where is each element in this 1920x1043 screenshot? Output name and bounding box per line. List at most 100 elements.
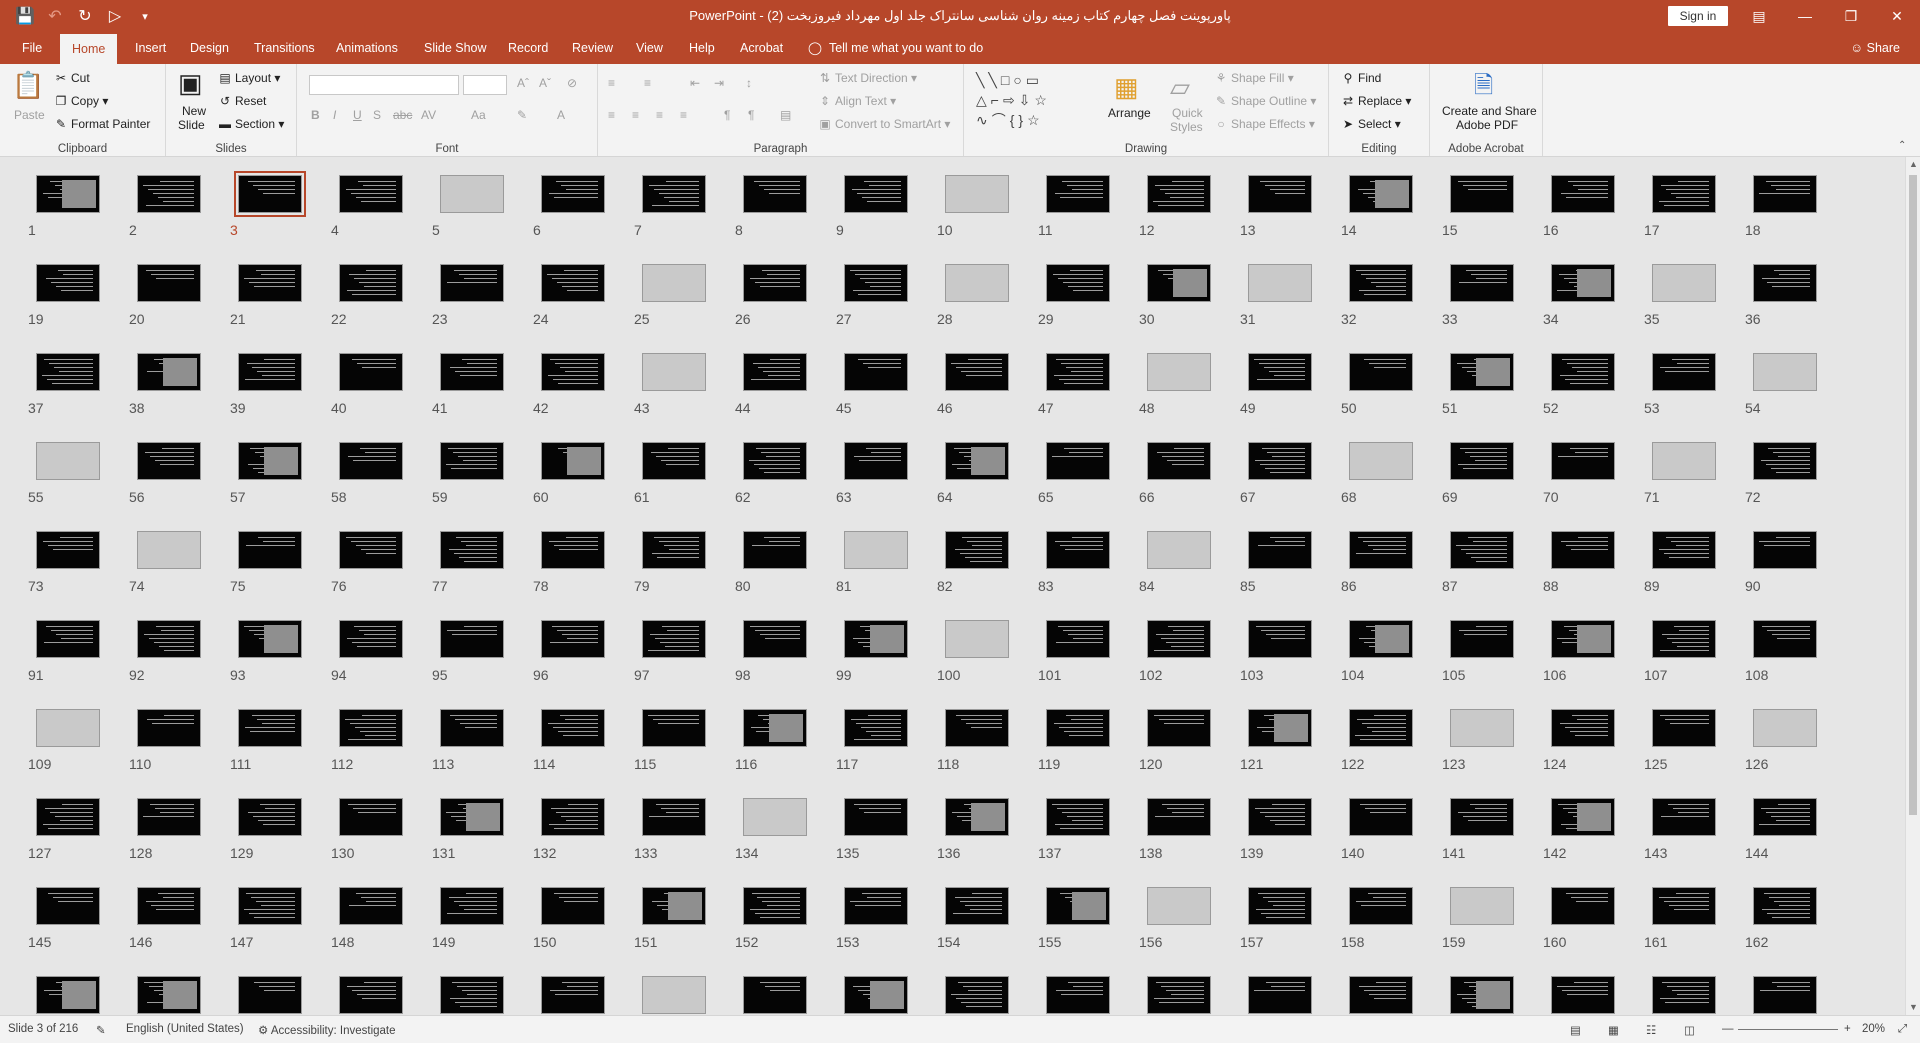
slide-preview[interactable] (1046, 353, 1110, 391)
close-icon[interactable]: ✕ (1874, 0, 1920, 32)
slide-preview[interactable] (1248, 531, 1312, 569)
decrease-indent-icon[interactable]: ⇤ (690, 76, 700, 90)
slide-preview[interactable] (1551, 264, 1615, 302)
zoom-out-icon[interactable]: — (1722, 1023, 1734, 1035)
columns-icon[interactable]: ▤ (780, 108, 791, 122)
slide-preview[interactable] (440, 264, 504, 302)
slide-preview[interactable] (1753, 175, 1817, 213)
slide-preview[interactable] (1147, 798, 1211, 836)
slide-preview[interactable] (541, 887, 605, 925)
slide-preview[interactable] (1753, 709, 1817, 747)
slide-preview[interactable] (1046, 442, 1110, 480)
slide-preview[interactable] (339, 264, 403, 302)
slide-preview[interactable] (844, 442, 908, 480)
slide-preview[interactable] (1248, 887, 1312, 925)
slide-preview[interactable] (137, 709, 201, 747)
slide-preview[interactable] (1753, 798, 1817, 836)
fit-to-window-icon[interactable]: ⤢ (1898, 1023, 1907, 1036)
slide-preview[interactable] (1248, 976, 1312, 1014)
font-name-box[interactable] (309, 75, 459, 95)
ribbon-display-options-icon[interactable]: ▤ (1736, 0, 1782, 32)
slide-preview[interactable] (137, 887, 201, 925)
slide-preview[interactable] (1551, 531, 1615, 569)
tab-insert[interactable]: Insert (133, 32, 168, 64)
align-text-button[interactable]: ⇕ Align Text ▾ (818, 94, 896, 108)
slide-preview[interactable] (1652, 353, 1716, 391)
slide-preview[interactable] (339, 442, 403, 480)
slide-preview[interactable] (440, 442, 504, 480)
slide-preview[interactable] (1652, 709, 1716, 747)
slide-preview[interactable] (238, 798, 302, 836)
slide-preview[interactable] (844, 620, 908, 658)
slide-preview[interactable] (238, 531, 302, 569)
slide-preview[interactable] (1753, 442, 1817, 480)
slide-preview[interactable] (234, 171, 306, 217)
slide-preview[interactable] (1046, 709, 1110, 747)
select-button[interactable]: ➤ Select ▾ (1341, 117, 1401, 131)
slide-preview[interactable] (36, 709, 100, 747)
section-button[interactable]: ▬ Section ▾ (218, 117, 284, 131)
reading-view-icon[interactable]: ☷ (1646, 1023, 1656, 1037)
slide-preview[interactable] (1147, 175, 1211, 213)
slide-preview[interactable] (642, 798, 706, 836)
slide-preview[interactable] (1046, 798, 1110, 836)
slide-preview[interactable] (440, 531, 504, 569)
slide-preview[interactable] (945, 175, 1009, 213)
arrange-button[interactable]: Arrange (1108, 106, 1151, 120)
slide-preview[interactable] (1450, 531, 1514, 569)
quick-styles-label-1[interactable]: Quick (1172, 106, 1203, 120)
slide-preview[interactable] (1349, 709, 1413, 747)
slide-preview[interactable] (1248, 175, 1312, 213)
quick-styles-label-2[interactable]: Styles (1170, 120, 1203, 134)
slide-preview[interactable] (743, 798, 807, 836)
minimize-icon[interactable]: — (1782, 0, 1828, 32)
shape-effects-button[interactable]: ○ Shape Effects ▾ (1214, 117, 1314, 131)
slide-preview[interactable] (642, 976, 706, 1014)
cut-button[interactable]: ✂ Cut (54, 71, 90, 85)
slide-preview[interactable] (238, 442, 302, 480)
slide-preview[interactable] (743, 175, 807, 213)
slide-preview[interactable] (743, 709, 807, 747)
slide-preview[interactable] (642, 531, 706, 569)
slide-preview[interactable] (238, 709, 302, 747)
rtl-icon[interactable]: ¶ (724, 108, 730, 122)
slide-preview[interactable] (945, 620, 1009, 658)
slide-preview[interactable] (1450, 353, 1514, 391)
slide-preview[interactable] (945, 976, 1009, 1014)
slide-preview[interactable] (1450, 442, 1514, 480)
slide-preview[interactable] (1349, 620, 1413, 658)
slide-preview[interactable] (1349, 798, 1413, 836)
slide-preview[interactable] (1652, 264, 1716, 302)
char-spacing-icon[interactable]: AV (421, 108, 436, 122)
slide-preview[interactable] (238, 887, 302, 925)
new-slide-label-1[interactable]: New (182, 104, 206, 118)
text-direction-button[interactable]: ⇅ Text Direction ▾ (818, 71, 917, 85)
font-color-icon[interactable]: A (557, 108, 565, 122)
tab-design[interactable]: Design (188, 32, 231, 64)
slide-preview[interactable] (743, 620, 807, 658)
slide-preview[interactable] (339, 709, 403, 747)
tab-acrobat[interactable]: Acrobat (738, 32, 785, 64)
highlight-icon[interactable]: ✎ (517, 108, 527, 122)
slide-preview[interactable] (1147, 264, 1211, 302)
bullets-icon[interactable]: ≡ (608, 76, 615, 90)
slide-preview[interactable] (642, 442, 706, 480)
slide-preview[interactable] (440, 709, 504, 747)
slide-preview[interactable] (137, 620, 201, 658)
slide-preview[interactable] (1652, 531, 1716, 569)
slide-preview[interactable] (541, 620, 605, 658)
slide-preview[interactable] (1349, 175, 1413, 213)
slide-preview[interactable] (137, 976, 201, 1014)
slide-preview[interactable] (339, 976, 403, 1014)
new-slide-icon[interactable]: ▣ (178, 68, 203, 99)
ltr-icon[interactable]: ¶ (748, 108, 754, 122)
align-center-icon[interactable]: ≡ (632, 108, 639, 122)
tab-view[interactable]: View (634, 32, 665, 64)
slide-preview[interactable] (1450, 620, 1514, 658)
slide-preview[interactable] (339, 798, 403, 836)
paste-icon[interactable]: 📋 (12, 70, 44, 101)
vertical-scrollbar[interactable]: ▲ ▼ (1905, 157, 1920, 1015)
slide-preview[interactable] (1248, 264, 1312, 302)
slide-preview[interactable] (844, 709, 908, 747)
slide-preview[interactable] (945, 798, 1009, 836)
